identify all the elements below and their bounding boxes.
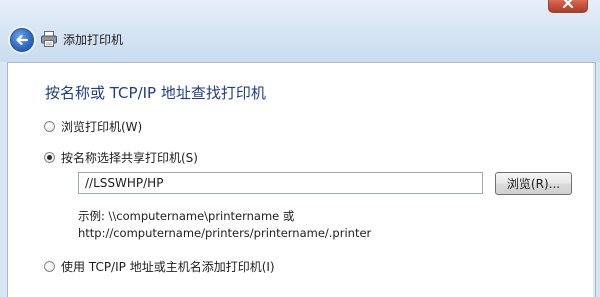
page-heading: 按名称或 TCP/IP 地址查找打印机: [45, 84, 266, 102]
wizard-content-panel: 按名称或 TCP/IP 地址查找打印机 浏览打印机(W) 按名称选择共享打印机(…: [7, 62, 596, 297]
close-button[interactable]: [548, 0, 588, 13]
radio-add-by-tcpip[interactable]: [44, 261, 55, 272]
back-button[interactable]: [10, 28, 34, 52]
close-icon: [562, 0, 574, 8]
panel-edge: [593, 63, 595, 297]
option-select-shared-printer-label: 按名称选择共享打印机(S): [61, 151, 198, 165]
example-text: 示例: \\computername\printername 或 http://…: [78, 208, 371, 242]
printer-icon: [41, 31, 57, 47]
window-title: 添加打印机: [63, 33, 124, 47]
option-add-by-tcpip[interactable]: 使用 TCP/IP 地址或主机名添加打印机(I): [44, 258, 275, 275]
option-browse-printers[interactable]: 浏览打印机(W): [44, 118, 142, 135]
example-line-2: http://computername/printers/printername…: [78, 226, 372, 240]
option-browse-printers-label: 浏览打印机(W): [61, 120, 143, 134]
radio-select-shared-printer[interactable]: [44, 152, 55, 163]
radio-browse-printers[interactable]: [44, 121, 55, 132]
shared-printer-path-input[interactable]: //LSSWHP/HP: [78, 172, 483, 194]
title-bar: 添加打印机: [0, 0, 600, 62]
option-select-shared-printer[interactable]: 按名称选择共享打印机(S): [44, 149, 198, 166]
back-arrow-icon: [16, 34, 29, 46]
browse-button[interactable]: 浏览(R)...: [495, 172, 572, 195]
option-add-by-tcpip-label: 使用 TCP/IP 地址或主机名添加打印机(I): [61, 260, 275, 274]
example-line-1: 示例: \\computername\printername 或: [78, 209, 295, 223]
